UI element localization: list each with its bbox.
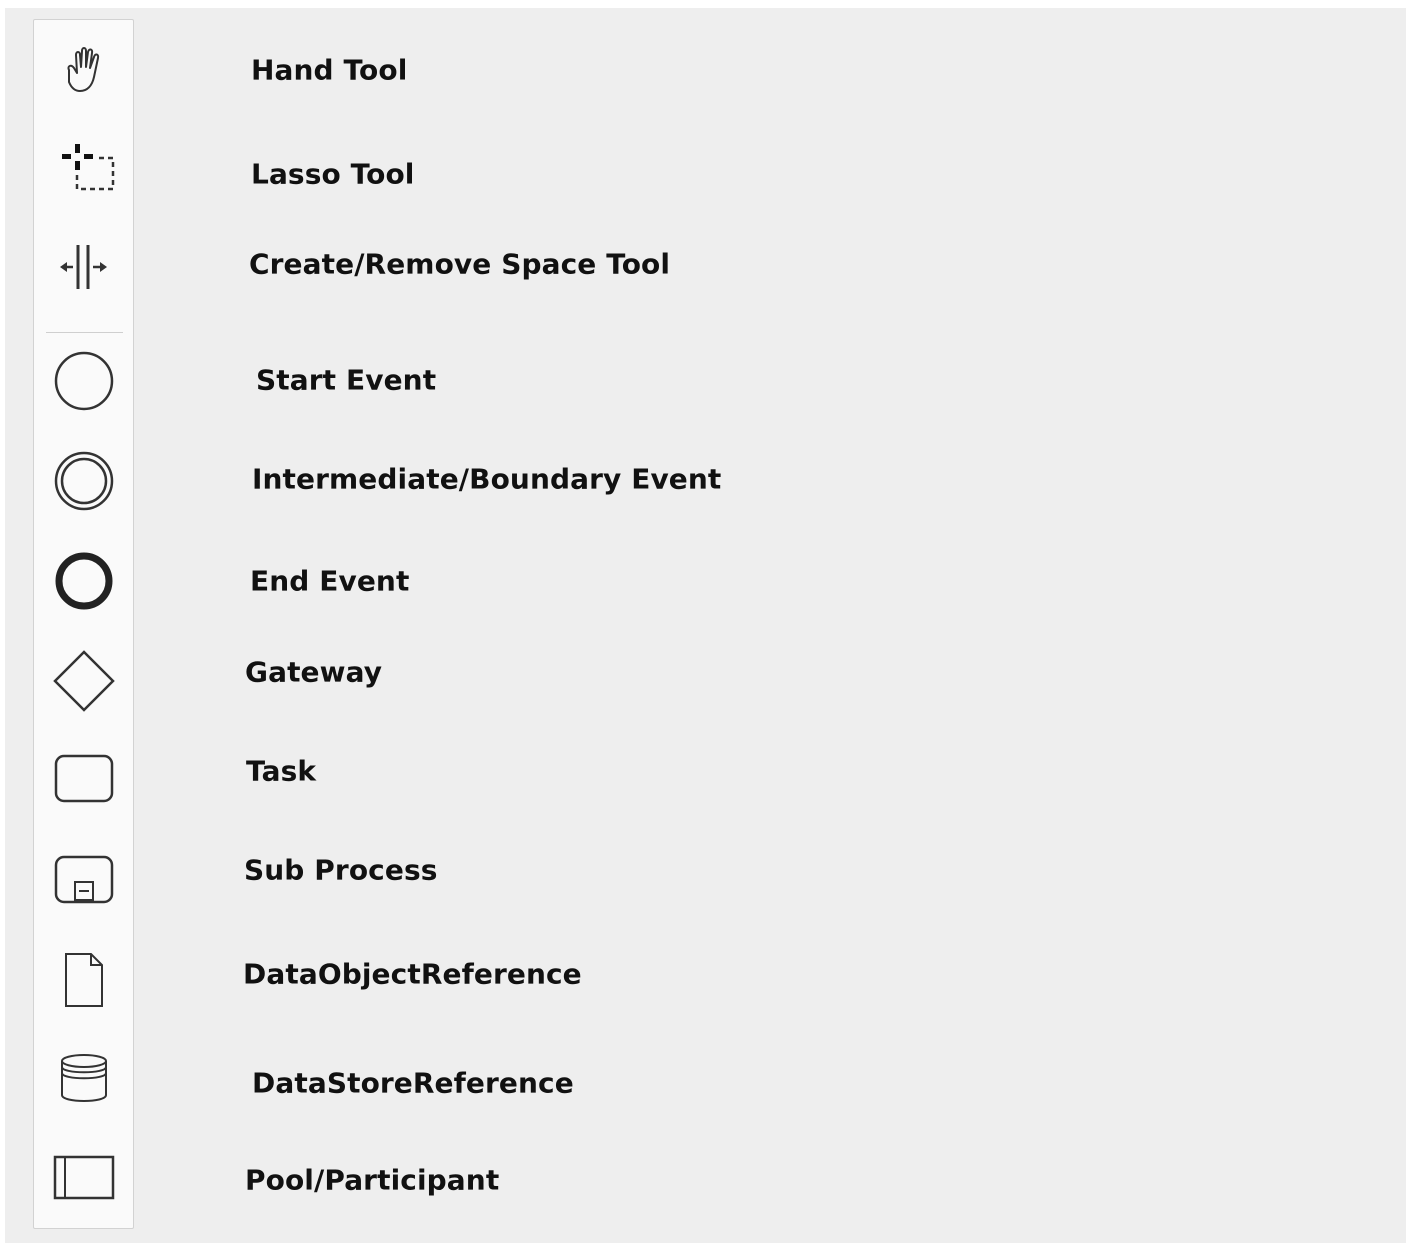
diagram-canvas — [5, 8, 1406, 1243]
data-store-icon — [60, 1054, 107, 1102]
label-space-tool: Create/Remove Space Tool — [249, 247, 671, 281]
gateway-icon — [52, 650, 115, 712]
palette-entry-intermediate-event[interactable] — [48, 445, 120, 517]
label-start-event: Start Event — [256, 363, 437, 397]
palette-entry-lasso-tool[interactable] — [48, 133, 120, 205]
label-end-event: End Event — [250, 564, 410, 598]
lasso-tool-icon — [61, 144, 114, 191]
label-hand-tool: Hand Tool — [251, 53, 408, 87]
palette-entry-start-event[interactable] — [48, 345, 120, 417]
label-subprocess: Sub Process — [244, 853, 438, 887]
palette-entry-data-object[interactable] — [48, 944, 120, 1016]
palette-entry-end-event[interactable] — [48, 545, 120, 617]
hand-tool-icon — [67, 47, 99, 92]
palette-separator — [46, 332, 123, 333]
palette-entry-pool[interactable] — [48, 1142, 120, 1214]
palette-entry-subprocess[interactable] — [48, 844, 120, 916]
label-pool: Pool/Participant — [245, 1163, 500, 1197]
label-lasso-tool: Lasso Tool — [251, 157, 415, 191]
label-data-store: DataStoreReference — [252, 1066, 574, 1100]
palette-entry-gateway[interactable] — [48, 645, 120, 717]
palette-entry-space-tool[interactable] — [48, 231, 120, 303]
task-icon — [54, 754, 113, 803]
label-data-object: DataObjectReference — [243, 957, 582, 991]
label-gateway: Gateway — [245, 655, 383, 689]
label-intermediate-event: Intermediate/Boundary Event — [252, 462, 722, 496]
intermediate-event-icon — [54, 451, 113, 511]
data-object-icon — [64, 953, 103, 1007]
start-event-icon — [54, 351, 113, 411]
end-event-icon — [55, 552, 112, 610]
palette-entry-task[interactable] — [48, 743, 120, 815]
subprocess-icon — [54, 855, 113, 904]
palette-entry-data-store[interactable] — [48, 1043, 120, 1115]
pool-icon — [53, 1155, 114, 1200]
tool-palette — [33, 19, 134, 1229]
palette-entry-hand-tool[interactable] — [48, 35, 120, 107]
space-tool-icon — [59, 245, 107, 289]
label-task: Task — [246, 754, 317, 788]
